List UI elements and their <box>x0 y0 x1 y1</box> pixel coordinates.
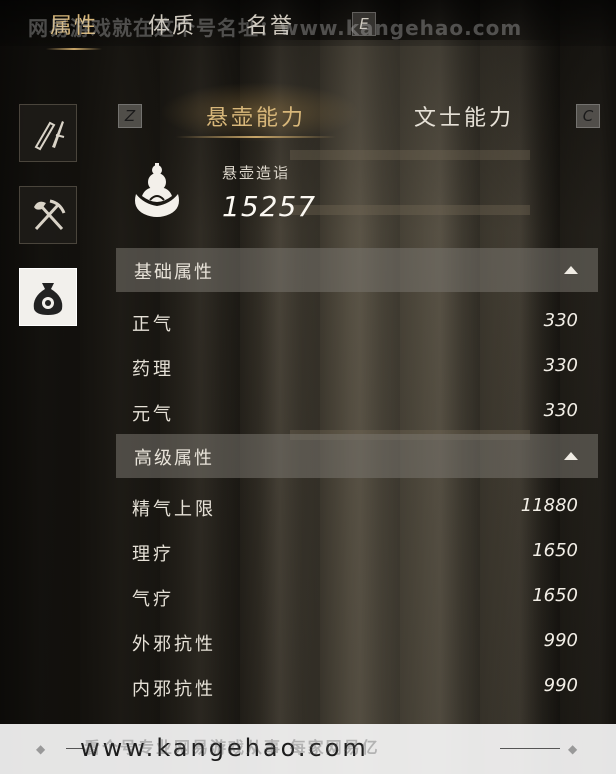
stat-label: 药理 <box>132 359 174 380</box>
sidebar-item-gathering[interactable] <box>19 186 77 244</box>
stat-row: 理疗 1650 <box>116 532 598 572</box>
stat-value: 330 <box>543 310 578 331</box>
banner-watermark: 看个号专业网易游戏从事 每家网易亿 <box>84 738 380 757</box>
stat-label: 精气上限 <box>132 499 216 520</box>
stat-label: 元气 <box>132 404 174 425</box>
banner-ornament: ◆ <box>36 742 46 756</box>
collapse-arrow-icon[interactable] <box>564 266 578 274</box>
gourd-lotus-icon <box>135 163 179 217</box>
stat-value: 1650 <box>532 540 578 561</box>
stat-label: 外邪抗性 <box>132 634 216 655</box>
stat-row: 元气 330 <box>116 392 598 432</box>
summary-label: 悬壶造诣 <box>222 164 291 182</box>
stat-row: 药理 330 <box>116 347 598 387</box>
section-header-advanced[interactable]: 高级属性 <box>116 434 598 478</box>
stat-value: 990 <box>543 630 578 651</box>
section-title: 基础属性 <box>134 262 214 283</box>
subtab-bar: Z 悬壶能力 文士能力 C <box>118 96 600 138</box>
stat-label: 理疗 <box>132 544 174 565</box>
subtab-scholar[interactable]: 文士能力 <box>414 100 514 132</box>
stat-row: 精气上限 11880 <box>116 487 598 527</box>
stat-value: 330 <box>543 400 578 421</box>
stat-value: 11880 <box>520 495 578 516</box>
section-title: 高级属性 <box>134 448 214 469</box>
sword-scroll-icon <box>34 121 65 151</box>
stat-value: 990 <box>543 675 578 696</box>
stat-value: 1650 <box>532 585 578 606</box>
money-bag-icon <box>33 283 63 315</box>
section-header-basic[interactable]: 基础属性 <box>116 248 598 292</box>
stat-value: 330 <box>543 355 578 376</box>
shovel-pickaxe-icon <box>34 199 66 231</box>
stat-label: 正气 <box>132 314 174 335</box>
subtab-healing[interactable]: 悬壶能力 <box>175 100 337 138</box>
stat-row: 气疗 1650 <box>116 577 598 617</box>
stat-row: 内邪抗性 990 <box>116 667 598 707</box>
background-rope <box>290 205 530 215</box>
banner-line <box>500 748 560 749</box>
stat-row: 正气 330 <box>116 302 598 342</box>
collapse-arrow-icon[interactable] <box>564 452 578 460</box>
watermark-text: 网易游戏就在这个号名址：www.kangehao.com <box>28 16 523 40</box>
sidebar-item-combat[interactable] <box>19 104 77 162</box>
stat-label: 气疗 <box>132 589 174 610</box>
banner-ornament: ◆ <box>568 742 578 756</box>
sidebar-item-lifeskill[interactable] <box>19 268 77 326</box>
key-hint-c: C <box>576 104 600 128</box>
background-rope <box>290 150 530 160</box>
stat-label: 内邪抗性 <box>132 679 216 700</box>
key-hint-z: Z <box>118 104 142 128</box>
summary-value: 15257 <box>222 190 317 223</box>
stat-row: 外邪抗性 990 <box>116 622 598 662</box>
